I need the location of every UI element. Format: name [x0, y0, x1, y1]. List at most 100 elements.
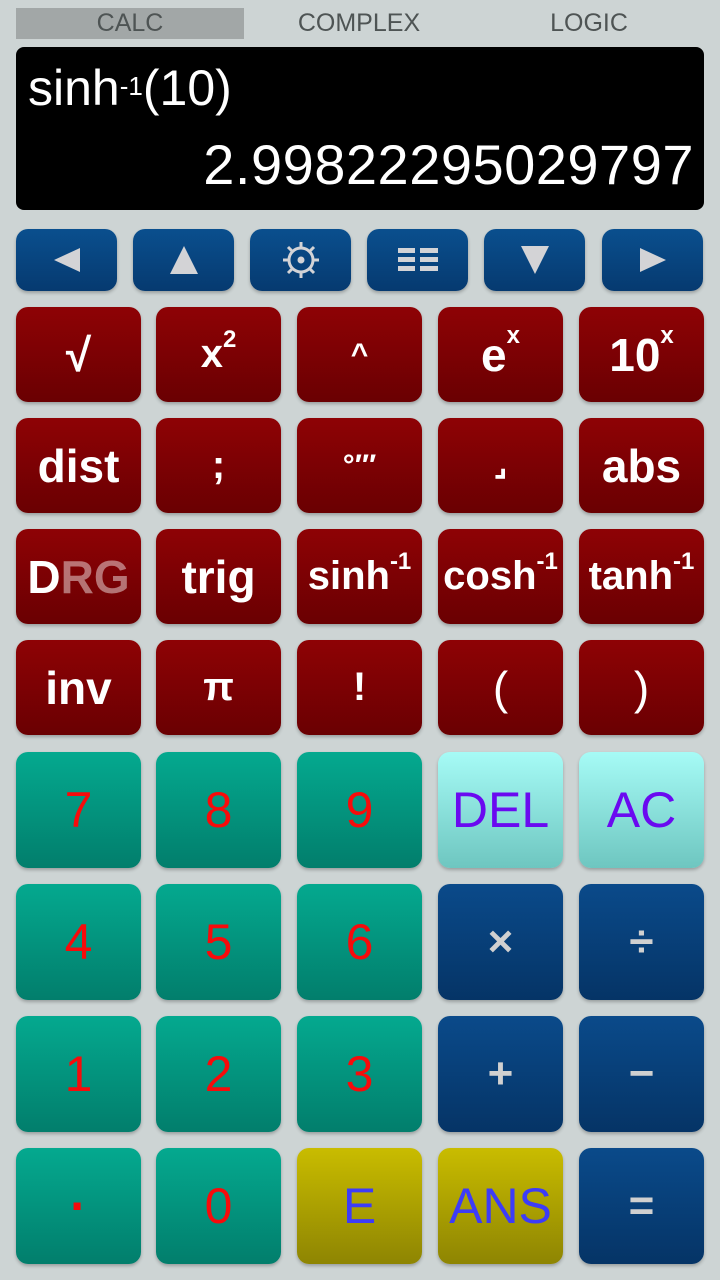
semicolon-label: ; [211, 443, 226, 487]
mode-tabs: CALC COMPLEX LOGIC [0, 0, 720, 46]
atanh-base: tanh [588, 554, 674, 598]
acosh-button[interactable]: cosh-1 [438, 529, 563, 624]
expression-superscript: -1 [119, 71, 143, 101]
right-paren-label: ) [633, 661, 650, 714]
digit-9-label: 9 [345, 782, 374, 838]
asinh-sup: -1 [389, 548, 412, 575]
sqrt-label: √ [65, 328, 92, 381]
divide-label: ÷ [629, 917, 654, 966]
trig-label: trig [181, 550, 256, 603]
factorial-label: ! [352, 665, 367, 709]
digit-1-label: 1 [64, 1046, 93, 1102]
decimal-point-button[interactable]: · [16, 1148, 141, 1264]
pi-button[interactable]: π [156, 640, 281, 735]
square-base: x [200, 332, 223, 376]
acosh-sup: -1 [536, 548, 558, 575]
arrow-up-icon [169, 246, 198, 274]
ten-power-button[interactable]: 10x [579, 307, 704, 402]
digit-1-button[interactable]: 1 [16, 1016, 141, 1132]
digit-2-label: 2 [204, 1046, 233, 1102]
calculator-display: sinh-1(10) 2.99822295029797 [16, 47, 704, 210]
square-sup: 2 [222, 326, 237, 353]
fraction-label: ⌟ [493, 449, 508, 482]
tab-calc[interactable]: CALC [16, 8, 244, 39]
expression: sinh-1(10) [28, 59, 232, 117]
asinh-base: sinh [307, 554, 390, 598]
dist-label: dist [37, 439, 120, 492]
sqrt-button[interactable]: √ [16, 307, 141, 402]
menu-button[interactable] [367, 229, 468, 291]
asinh-button[interactable]: sinh-1 [297, 529, 422, 624]
all-clear-label: AC [606, 782, 677, 838]
atanh-button[interactable]: tanh-1 [579, 529, 704, 624]
ten-power-sup: x [660, 321, 674, 349]
settings-button[interactable] [250, 229, 351, 291]
dms-button[interactable]: °′″ [297, 418, 422, 513]
dms-label: °′″ [342, 448, 377, 482]
exp-sup: x [506, 321, 520, 349]
digit-8-button[interactable]: 8 [156, 752, 281, 868]
digit-4-button[interactable]: 4 [16, 884, 141, 1000]
digit-4-label: 4 [64, 914, 93, 970]
cursor-right-button[interactable] [602, 229, 703, 291]
digit-5-label: 5 [204, 914, 233, 970]
multiply-label: × [487, 917, 514, 966]
atanh-sup: -1 [673, 548, 695, 575]
digit-8-label: 8 [204, 782, 233, 838]
digit-3-button[interactable]: 3 [297, 1016, 422, 1132]
exponent-label: E [342, 1178, 377, 1234]
semicolon-button[interactable]: ; [156, 418, 281, 513]
expression-argument: (10) [142, 60, 232, 116]
cursor-left-button[interactable] [16, 229, 117, 291]
exp-button[interactable]: ex [438, 307, 563, 402]
fraction-button[interactable]: ⌟ [438, 418, 563, 513]
dist-button[interactable]: dist [16, 418, 141, 513]
trig-button[interactable]: trig [156, 529, 281, 624]
cursor-down-button[interactable] [484, 229, 585, 291]
factorial-button[interactable]: ! [297, 640, 422, 735]
delete-label: DEL [451, 782, 550, 838]
acosh-base: cosh [443, 554, 537, 598]
plus-label: + [487, 1049, 514, 1098]
all-clear-button[interactable]: AC [579, 752, 704, 868]
digit-2-button[interactable]: 2 [156, 1016, 281, 1132]
equals-button[interactable]: = [579, 1148, 704, 1264]
arrow-left-icon [53, 248, 80, 272]
cursor-up-button[interactable] [133, 229, 234, 291]
digit-7-button[interactable]: 7 [16, 752, 141, 868]
tab-logic[interactable]: LOGIC [478, 8, 700, 39]
power-button[interactable]: ^ [297, 307, 422, 402]
exponent-button[interactable]: E [297, 1148, 422, 1264]
exp-base: e [481, 328, 507, 381]
square-button[interactable]: x2 [156, 307, 281, 402]
plus-button[interactable]: + [438, 1016, 563, 1132]
delete-button[interactable]: DEL [438, 752, 563, 868]
digit-0-label: 0 [204, 1178, 233, 1234]
arrow-down-icon [520, 246, 549, 274]
inv-button[interactable]: inv [16, 640, 141, 735]
divide-button[interactable]: ÷ [579, 884, 704, 1000]
arrow-right-icon [639, 248, 666, 272]
equals-label: = [628, 1181, 655, 1230]
result-value: 2.99822295029797 [203, 133, 694, 196]
pi-label: π [203, 665, 234, 709]
settings-icon [282, 242, 319, 278]
answer-button[interactable]: ANS [438, 1148, 563, 1264]
power-label: ^ [350, 337, 369, 371]
right-paren-button[interactable]: ) [579, 640, 704, 735]
digit-6-label: 6 [345, 914, 374, 970]
abs-button[interactable]: abs [579, 418, 704, 513]
menu-list-icon [397, 248, 438, 271]
digit-9-button[interactable]: 9 [297, 752, 422, 868]
tab-complex[interactable]: COMPLEX [252, 8, 466, 39]
minus-button[interactable]: − [579, 1016, 704, 1132]
digit-6-button[interactable]: 6 [297, 884, 422, 1000]
digit-0-button[interactable]: 0 [156, 1148, 281, 1264]
left-paren-button[interactable]: ( [438, 640, 563, 735]
digit-5-button[interactable]: 5 [156, 884, 281, 1000]
multiply-button[interactable]: × [438, 884, 563, 1000]
left-paren-label: ( [492, 661, 509, 714]
expression-function: sinh [28, 60, 120, 116]
ten-power-base: 10 [609, 328, 661, 381]
drg-button[interactable]: DRG [16, 529, 141, 624]
